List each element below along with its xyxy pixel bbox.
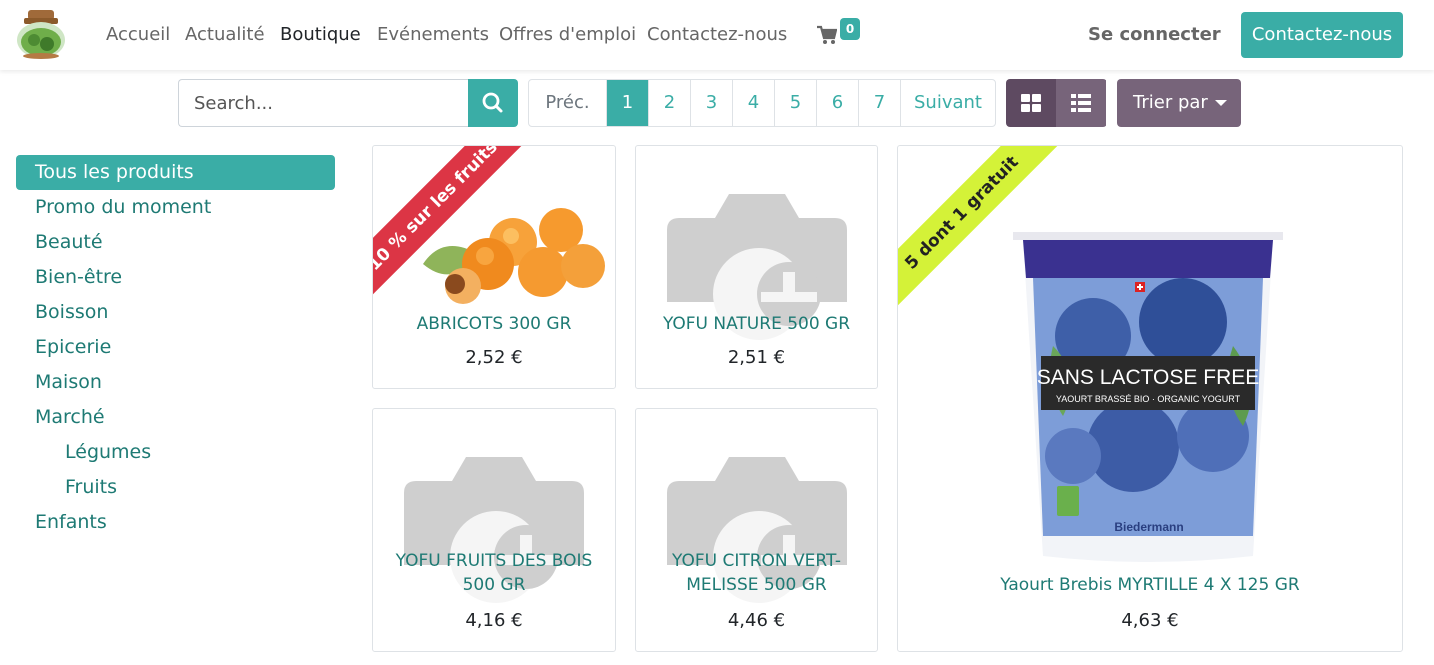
- pager-next[interactable]: Suivant: [900, 80, 995, 126]
- search-input[interactable]: [178, 79, 469, 127]
- pager-page-3[interactable]: 3: [690, 80, 732, 126]
- list-view-button[interactable]: [1056, 79, 1106, 127]
- product-card[interactable]: YOFU NATURE 500 GR 2,51 €: [635, 145, 878, 389]
- product-search: [178, 79, 518, 127]
- category-boisson[interactable]: Boisson: [16, 295, 335, 330]
- pager-prev[interactable]: Préc.: [529, 80, 606, 126]
- cart-count-badge: 0: [840, 18, 860, 40]
- category-promo[interactable]: Promo du moment: [16, 190, 335, 225]
- product-price: 4,63 €: [1121, 610, 1179, 631]
- category-beaute[interactable]: Beauté: [16, 225, 335, 260]
- product-image-yogurt-cup: SANS LACTOSE FREE YAOURT BRASSÉ BIO · OR…: [1013, 232, 1283, 562]
- nav-boutique[interactable]: Boutique: [280, 24, 361, 45]
- nav-actualite[interactable]: Actualité: [185, 24, 265, 45]
- product-price: 2,52 €: [465, 347, 523, 368]
- product-name[interactable]: YOFU CITRON VERT-MELISSE 500 GR: [636, 549, 877, 597]
- sort-dropdown[interactable]: Trier par: [1117, 79, 1241, 127]
- product-price: 4,16 €: [465, 610, 523, 631]
- product-name[interactable]: ABRICOTS 300 GR: [373, 312, 615, 336]
- category-maison[interactable]: Maison: [16, 365, 335, 400]
- pager-page-6[interactable]: 6: [816, 80, 858, 126]
- category-legumes[interactable]: Légumes: [16, 435, 335, 470]
- search-button[interactable]: [468, 79, 518, 127]
- pager-page-7[interactable]: 7: [858, 80, 900, 126]
- cup-brand-line1: SANS LACTOSE FREE: [1037, 366, 1260, 389]
- search-icon: [482, 92, 503, 113]
- pager-page-2[interactable]: 2: [648, 80, 690, 126]
- cart-icon[interactable]: [817, 24, 838, 46]
- list-icon: [1071, 94, 1091, 112]
- pager-page-5[interactable]: 5: [774, 80, 816, 126]
- sort-label: Trier par: [1133, 92, 1208, 113]
- category-marche[interactable]: Marché: [16, 400, 335, 435]
- product-card[interactable]: YOFU FRUITS DES BOIS 500 GR 4,16 €: [372, 408, 616, 652]
- pagination: Préc. 1 2 3 4 5 6 7 Suivant: [528, 79, 996, 127]
- top-navbar: Accueil Actualité Boutique Evénements Of…: [0, 0, 1434, 70]
- pager-page-1[interactable]: 1: [606, 80, 648, 126]
- contact-button[interactable]: Contactez-nous: [1241, 12, 1403, 58]
- nav-accueil[interactable]: Accueil: [106, 24, 170, 45]
- category-fruits[interactable]: Fruits: [16, 470, 335, 505]
- category-bien-etre[interactable]: Bien-être: [16, 260, 335, 295]
- product-name[interactable]: YOFU NATURE 500 GR: [636, 312, 877, 336]
- product-card[interactable]: 10 % sur les fruits ABRICOTS 300 GR 2,52…: [372, 145, 616, 389]
- product-price: 4,46 €: [727, 610, 786, 631]
- caret-down-icon: [1215, 100, 1227, 106]
- grid-icon: [1021, 94, 1041, 112]
- nav-evenements[interactable]: Evénements: [377, 24, 489, 45]
- grid-view-button[interactable]: [1006, 79, 1056, 127]
- pager-page-4[interactable]: 4: [732, 80, 774, 126]
- cup-brand-line2: YAOURT BRASSÉ BIO · ORGANIC YOGURT: [1056, 394, 1241, 404]
- product-name[interactable]: YOFU FRUITS DES BOIS 500 GR: [373, 549, 615, 597]
- category-enfants[interactable]: Enfants: [16, 505, 335, 540]
- nav-contactez-nous[interactable]: Contactez-nous: [647, 24, 787, 45]
- product-name[interactable]: Yaourt Brebis MYRTILLE 4 X 125 GR: [898, 573, 1402, 597]
- product-card[interactable]: YOFU CITRON VERT-MELISSE 500 GR 4,46 €: [635, 408, 878, 652]
- shop-logo[interactable]: [14, 8, 68, 60]
- product-card-featured[interactable]: SANS LACTOSE FREE YAOURT BRASSÉ BIO · OR…: [897, 145, 1403, 652]
- product-price: 2,51 €: [727, 347, 786, 368]
- login-link[interactable]: Se connecter: [1088, 24, 1221, 45]
- category-epicerie[interactable]: Epicerie: [16, 330, 335, 365]
- cup-maker: Biedermann: [1114, 520, 1183, 534]
- nav-offres-emploi[interactable]: Offres d'emploi: [499, 24, 636, 45]
- view-toggle: [1006, 79, 1107, 127]
- category-tous-les-produits[interactable]: Tous les produits: [16, 155, 335, 190]
